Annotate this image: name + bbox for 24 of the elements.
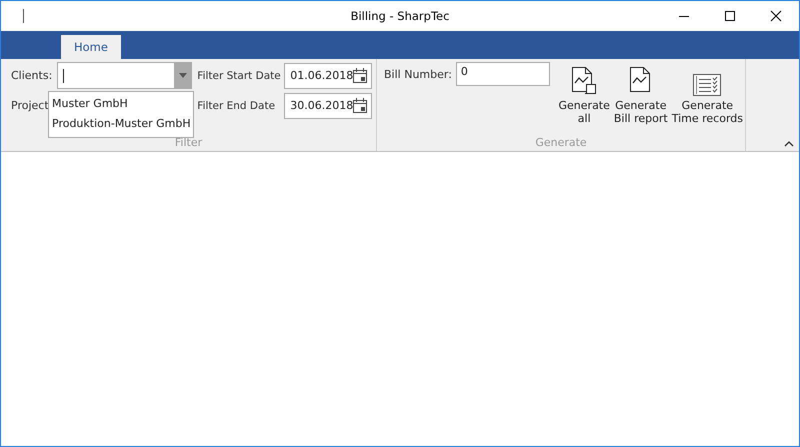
field-label: Filter End Date — [197, 100, 276, 112]
date-field[interactable]: 01.06.2018 — [284, 62, 372, 88]
field-label: Bill Number: — [384, 68, 452, 80]
window-title: Billing - SharpTec — [350, 9, 450, 23]
collapse-ribbon-icon[interactable] — [784, 141, 794, 147]
text-cursor-icon — [23, 9, 24, 23]
list-icon — [693, 74, 722, 96]
field-label: Project — [11, 99, 49, 112]
generate-button[interactable]: Generate Bill report — [612, 62, 670, 125]
field-label: Clients: — [11, 69, 52, 82]
calendar-icon[interactable] — [353, 68, 368, 83]
bill-number-field[interactable]: 0 — [456, 62, 550, 86]
dropdown-option[interactable]: Produktion-Muster GmbH — [49, 114, 193, 134]
field-label: Filter Start Date — [197, 70, 280, 82]
ribbon-tab[interactable]: Home — [61, 35, 121, 59]
group-label: Generate — [534, 136, 588, 151]
dropdown-option[interactable]: Muster GmbH — [49, 94, 193, 114]
group-label: Filter — [174, 136, 204, 151]
date-field[interactable]: 30.06.2018 — [284, 92, 372, 118]
generate-button[interactable]: Generate all — [556, 62, 612, 125]
document-icon — [571, 66, 598, 96]
dropdown-arrow-icon[interactable] — [178, 73, 187, 78]
generate-button[interactable]: Generate Time records — [670, 62, 745, 125]
calendar-icon[interactable] — [353, 98, 368, 113]
